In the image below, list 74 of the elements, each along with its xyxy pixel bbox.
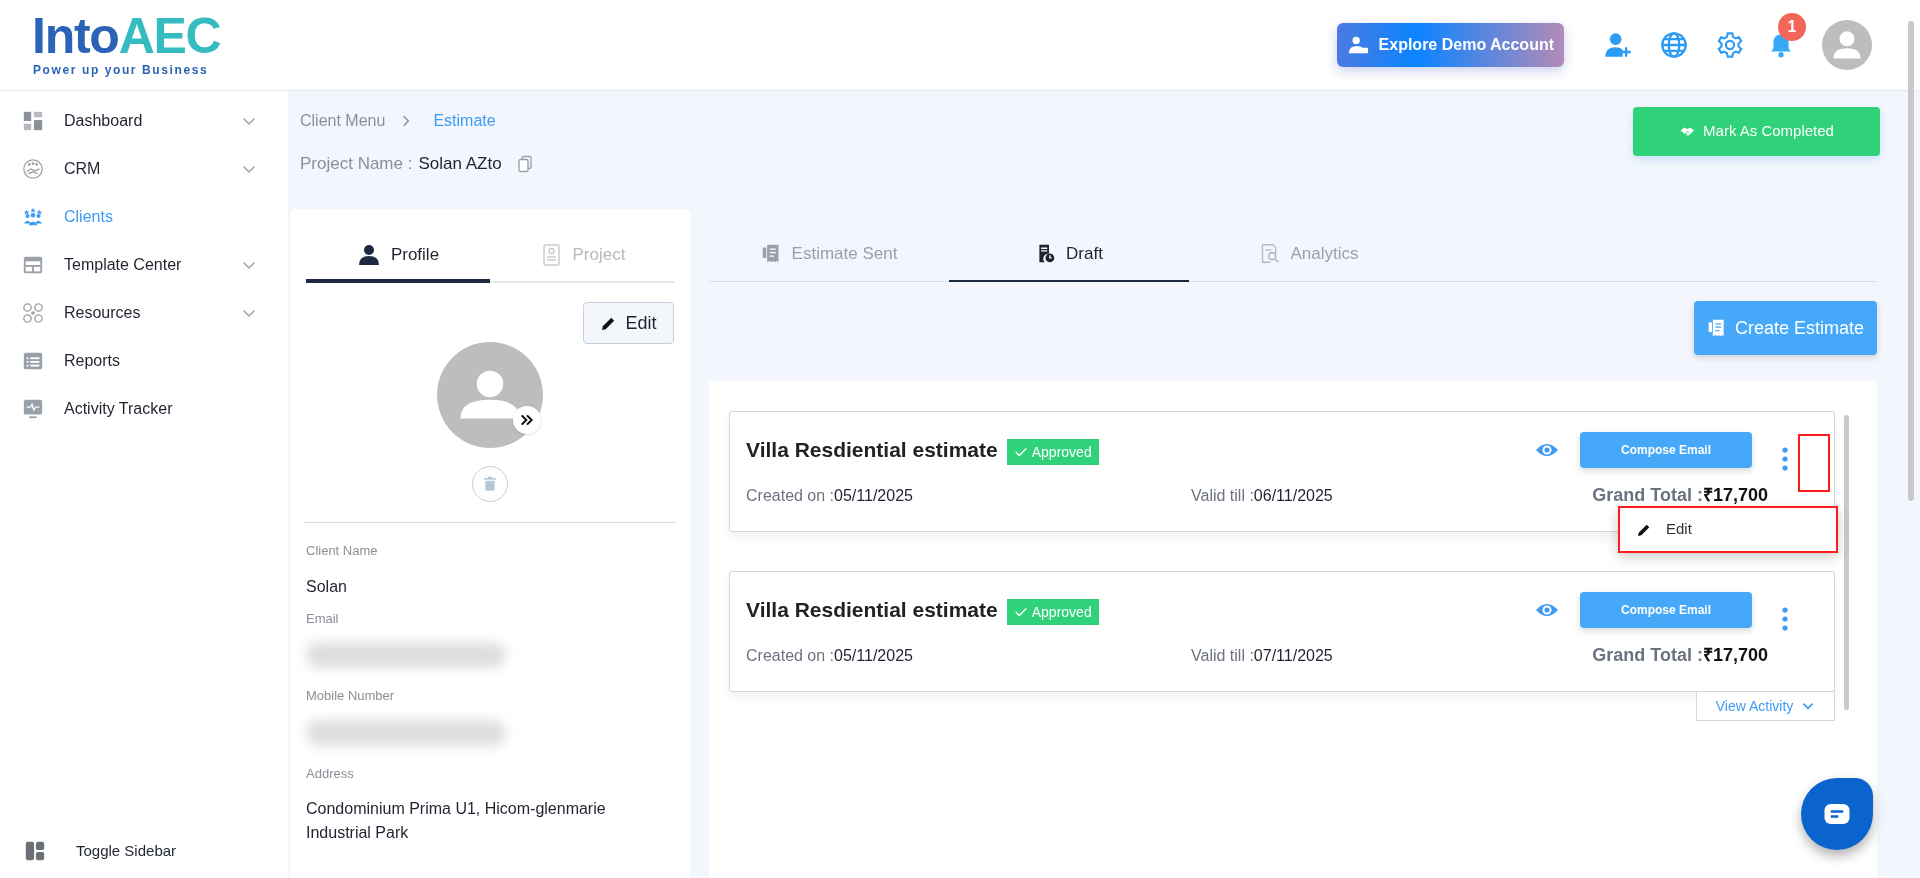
sidebar-item[interactable]: Clients xyxy=(22,193,258,241)
template-icon xyxy=(22,254,44,276)
scrollbar[interactable] xyxy=(1844,415,1849,710)
copy-icon[interactable] xyxy=(515,154,534,173)
view-activity-button[interactable]: View Activity xyxy=(1696,691,1835,721)
document-magnifier-icon xyxy=(1259,243,1281,264)
sidebar-item[interactable]: Dashboard xyxy=(22,97,258,145)
logo-word: AEC xyxy=(118,11,221,61)
compose-email-button[interactable]: Compose Email xyxy=(1580,432,1752,468)
project-name-label: Project Name : xyxy=(300,153,413,175)
avatar-icon xyxy=(437,342,543,448)
menu-item[interactable]: Edit xyxy=(1620,508,1836,551)
valid-till-date: Valid till :07/11/2025 xyxy=(1191,645,1334,666)
breadcrumb-link[interactable]: Estimate xyxy=(433,109,496,133)
valid-till-date: Valid till :06/11/2025 xyxy=(1191,485,1334,506)
person-icon xyxy=(356,243,381,267)
logo-word: Into xyxy=(32,11,119,61)
profile-tab[interactable]: Project xyxy=(490,231,674,283)
add-user-icon[interactable] xyxy=(1604,31,1632,59)
edit-button[interactable]: Edit xyxy=(583,302,674,344)
logo-tagline: Power up your Business xyxy=(33,62,210,79)
sidebar-item[interactable]: Resources xyxy=(22,289,258,337)
more-vertical-icon[interactable] xyxy=(1782,447,1788,471)
compose-email-button[interactable]: Compose Email xyxy=(1580,592,1752,628)
highlight-box xyxy=(1798,434,1830,492)
project-name: Solan AZto xyxy=(418,153,502,175)
field-value: Solan xyxy=(306,576,348,597)
receipt-icon xyxy=(1706,318,1727,338)
list-document-icon xyxy=(22,350,44,372)
check-icon xyxy=(1013,605,1028,619)
layout-icon xyxy=(24,839,46,862)
globe-icon[interactable] xyxy=(1660,31,1688,59)
avatar-icon[interactable] xyxy=(1822,20,1872,70)
mark-completed-button[interactable]: Mark As Completed xyxy=(1633,107,1880,156)
sidebar-item[interactable]: Reports xyxy=(22,337,258,385)
create-estimate-button[interactable]: Create Estimate xyxy=(1694,301,1877,355)
notification-badge: 1 xyxy=(1778,13,1806,41)
resources-icon xyxy=(22,302,44,324)
breadcrumb-link[interactable]: Client Menu xyxy=(300,109,386,133)
created-date: Created on :05/11/2025 xyxy=(746,645,914,666)
settings-icon[interactable] xyxy=(1716,31,1744,59)
handshake-group-icon xyxy=(22,158,44,180)
grand-total: Grand Total :₹17,700 xyxy=(1592,484,1768,507)
sidebar-item[interactable]: CRM xyxy=(22,145,258,193)
person-card-icon xyxy=(1346,34,1369,56)
field-label: Email xyxy=(306,609,340,628)
demo-account-button[interactable]: Explore Demo Account xyxy=(1336,23,1564,67)
status-badge: Approved xyxy=(1006,439,1099,465)
field-label: Client Name xyxy=(306,542,379,560)
dashboard-icon xyxy=(22,110,44,132)
monitor-pulse-icon xyxy=(22,398,44,420)
estimate-title: Villa Resdiential estimate xyxy=(746,437,998,464)
people-group-icon xyxy=(22,206,44,228)
estimate-tab[interactable]: Estimate Sent xyxy=(709,227,949,282)
sidebar-item[interactable]: Template Center xyxy=(22,241,258,289)
field-label: Address xyxy=(306,764,355,783)
estimate-tab[interactable]: Analytics xyxy=(1189,227,1429,282)
created-date: Created on :05/11/2025 xyxy=(746,485,914,506)
scrollbar[interactable] xyxy=(1908,21,1914,501)
toggle-sidebar-button[interactable]: Toggle Sidebar xyxy=(0,839,288,862)
double-chevron-icon xyxy=(519,412,535,428)
profile-tab[interactable]: Profile xyxy=(306,231,490,283)
receipt-icon xyxy=(760,243,782,264)
grand-total: Grand Total :₹17,700 xyxy=(1592,644,1768,667)
check-icon xyxy=(1013,445,1028,459)
estimate-tab[interactable]: Draft xyxy=(949,227,1189,282)
more-vertical-icon[interactable] xyxy=(1782,607,1788,631)
field-value: Condominium Prima U1, Hicom-glenmarie Industrial Park xyxy=(306,799,607,843)
chat-button[interactable] xyxy=(1801,778,1873,850)
field-label: Mobile Number xyxy=(306,687,396,705)
trash-icon xyxy=(482,476,498,492)
sidebar-item[interactable]: Activity Tracker xyxy=(22,385,258,433)
estimate-title: Villa Resdiential estimate xyxy=(746,597,998,624)
status-badge: Approved xyxy=(1006,599,1099,625)
